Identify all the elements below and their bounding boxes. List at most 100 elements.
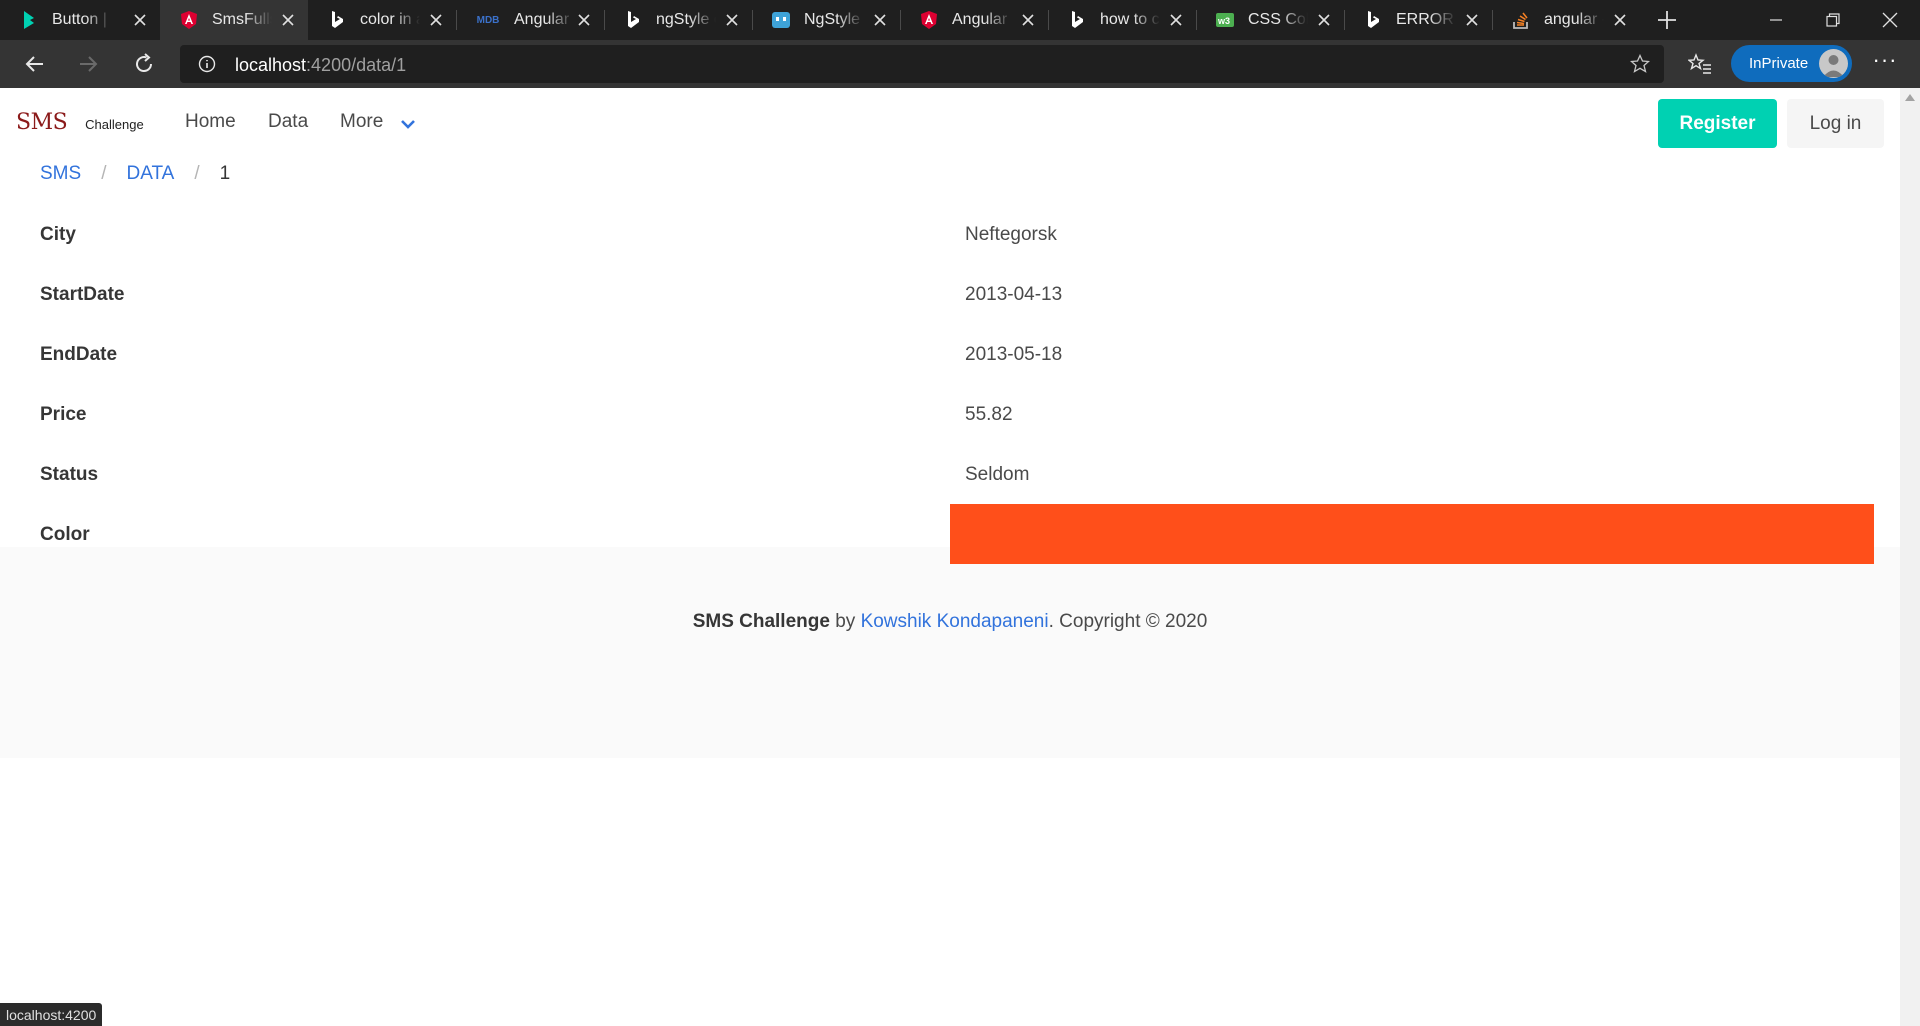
- forward-arrow-icon[interactable]: [76, 52, 100, 76]
- site-info-icon[interactable]: [198, 55, 216, 73]
- bing-icon: [328, 11, 346, 29]
- close-tab-icon[interactable]: [576, 12, 592, 28]
- chevron-down-icon[interactable]: [400, 119, 416, 129]
- bing-icon: [624, 11, 642, 29]
- bing-icon: [1068, 11, 1086, 29]
- detail-row-price: Price 55.82: [0, 388, 1900, 448]
- footer-text: SMS Challenge by Kowshik Kondapaneni. Co…: [0, 611, 1900, 633]
- detail-value: 2013-05-18: [965, 344, 1063, 365]
- browser-tab[interactable]: how to create: [1048, 0, 1196, 40]
- url-text[interactable]: localhost:4200/data/1: [235, 55, 406, 76]
- nav-home-link[interactable]: Home: [185, 111, 236, 133]
- browser-tab[interactable]: MDB Angular tutorial: [456, 0, 604, 40]
- status-url-tooltip: localhost:4200: [0, 1003, 103, 1026]
- close-tab-icon[interactable]: [132, 12, 148, 28]
- breadcrumb: SMS / DATA / 1: [40, 163, 230, 185]
- register-button[interactable]: Register: [1658, 99, 1777, 148]
- detail-label: StartDate: [40, 284, 125, 305]
- browser-tab[interactable]: NgStyle & NgClass: [752, 0, 900, 40]
- profile-avatar-icon: [1819, 49, 1848, 78]
- close-tab-icon[interactable]: [1612, 12, 1628, 28]
- close-tab-icon[interactable]: [1168, 12, 1184, 28]
- site-footer: SMS Challenge by Kowshik Kondapaneni. Co…: [0, 547, 1900, 758]
- close-tab-icon[interactable]: [1316, 12, 1332, 28]
- browser-tab[interactable]: Angular - NgStyle: [900, 0, 1048, 40]
- back-arrow-icon[interactable]: [23, 52, 47, 76]
- stackoverflow-icon: [1512, 11, 1530, 29]
- bing-icon: [1364, 11, 1382, 29]
- detail-row-startdate: StartDate 2013-04-13: [0, 268, 1900, 328]
- more-options-icon[interactable]: ···: [1870, 49, 1900, 76]
- close-tab-icon[interactable]: [1020, 12, 1036, 28]
- browser-tab[interactable]: ngStyle color: [604, 0, 752, 40]
- brand-logo[interactable]: SMS Challenge: [16, 110, 144, 135]
- address-bar[interactable]: localhost:4200/data/1: [180, 45, 1664, 83]
- angular-icon: [920, 11, 938, 29]
- browser-tab[interactable]: w3 CSS Colors: [1196, 0, 1344, 40]
- footer-author-link[interactable]: Kowshik Kondapaneni: [861, 611, 1049, 632]
- inprivate-profile-button[interactable]: InPrivate: [1731, 45, 1852, 82]
- detail-label: Status: [40, 464, 99, 485]
- browser-tab[interactable]: Button | Bulma: [0, 0, 160, 40]
- brand-title: SMS: [16, 110, 68, 135]
- page-content: SMS Challenge Home Data More Register Lo…: [0, 88, 1900, 1026]
- breadcrumb-current: 1: [219, 163, 231, 184]
- favorites-list-icon[interactable]: [1688, 52, 1712, 76]
- url-path: :4200/data/1: [306, 55, 407, 75]
- minimize-icon: [1770, 19, 1782, 21]
- w3schools-icon: w3: [1216, 11, 1234, 29]
- detail-row-status: Status Seldom: [0, 448, 1900, 508]
- browser-toolbar: localhost:4200/data/1 InPrivate ···: [0, 40, 1920, 88]
- refresh-icon[interactable]: [132, 52, 156, 76]
- browser-tab[interactable]: ERROR Error: [1344, 0, 1492, 40]
- browser-tab-active[interactable]: SmsFullstack: [160, 0, 308, 40]
- footer-project-name: SMS Challenge: [692, 611, 830, 632]
- footer-copyright: . Copyright © 2020: [1048, 611, 1208, 632]
- close-tab-icon[interactable]: [724, 12, 740, 28]
- codecraft-icon: [772, 11, 790, 29]
- close-tab-icon[interactable]: [872, 12, 888, 28]
- browser-tab[interactable]: color in angular: [308, 0, 456, 40]
- detail-value: 55.82: [965, 404, 1013, 425]
- breadcrumb-separator: /: [101, 163, 107, 184]
- breadcrumb-separator: /: [194, 163, 200, 184]
- url-host: localhost: [235, 55, 307, 75]
- nav-data-link[interactable]: Data: [268, 111, 308, 133]
- breadcrumb-sms-link[interactable]: SMS: [40, 163, 81, 185]
- new-tab-icon[interactable]: [1655, 8, 1679, 32]
- site-navbar: SMS Challenge Home Data More Register Lo…: [0, 88, 1900, 156]
- nav-more-dropdown[interactable]: More: [340, 111, 383, 133]
- close-tab-icon[interactable]: [1464, 12, 1480, 28]
- close-tab-icon[interactable]: [280, 12, 296, 28]
- restore-icon: [1826, 13, 1840, 27]
- detail-label: Price: [40, 404, 87, 425]
- tab-strip: Button | Bulma SmsFullstack color in ang…: [0, 0, 1920, 40]
- detail-value: 2013-04-13: [965, 284, 1063, 305]
- mdb-icon: MDB: [476, 14, 500, 26]
- brand-subtitle: Challenge: [85, 117, 144, 132]
- browser-tab[interactable]: angular - stack: [1492, 0, 1640, 40]
- restore-button[interactable]: [1805, 0, 1861, 40]
- detail-label: Color: [40, 524, 90, 545]
- detail-row-enddate: EndDate 2013-05-18: [0, 328, 1900, 388]
- color-swatch: [950, 504, 1874, 564]
- close-window-button[interactable]: [1862, 0, 1918, 40]
- favorite-star-icon[interactable]: [1630, 54, 1650, 74]
- svg-text:w3: w3: [1217, 16, 1230, 26]
- breadcrumb-data-link[interactable]: DATA: [126, 163, 174, 185]
- detail-value: Seldom: [965, 464, 1030, 485]
- footer-by: by: [829, 611, 861, 632]
- minimize-button[interactable]: [1748, 0, 1804, 40]
- bulma-icon: [20, 11, 38, 29]
- detail-row-city: City Neftegorsk: [0, 208, 1900, 268]
- detail-label: City: [40, 224, 76, 245]
- inprivate-label: InPrivate: [1749, 55, 1809, 72]
- login-button[interactable]: Log in: [1787, 99, 1884, 148]
- close-tab-icon[interactable]: [428, 12, 444, 28]
- scroll-up-arrow-icon[interactable]: [1905, 94, 1915, 101]
- page-scrollbar[interactable]: [1900, 88, 1920, 1026]
- angular-icon: [180, 11, 198, 29]
- detail-value: Neftegorsk: [965, 224, 1057, 245]
- close-icon: [1882, 12, 1898, 28]
- detail-label: EndDate: [40, 344, 118, 365]
